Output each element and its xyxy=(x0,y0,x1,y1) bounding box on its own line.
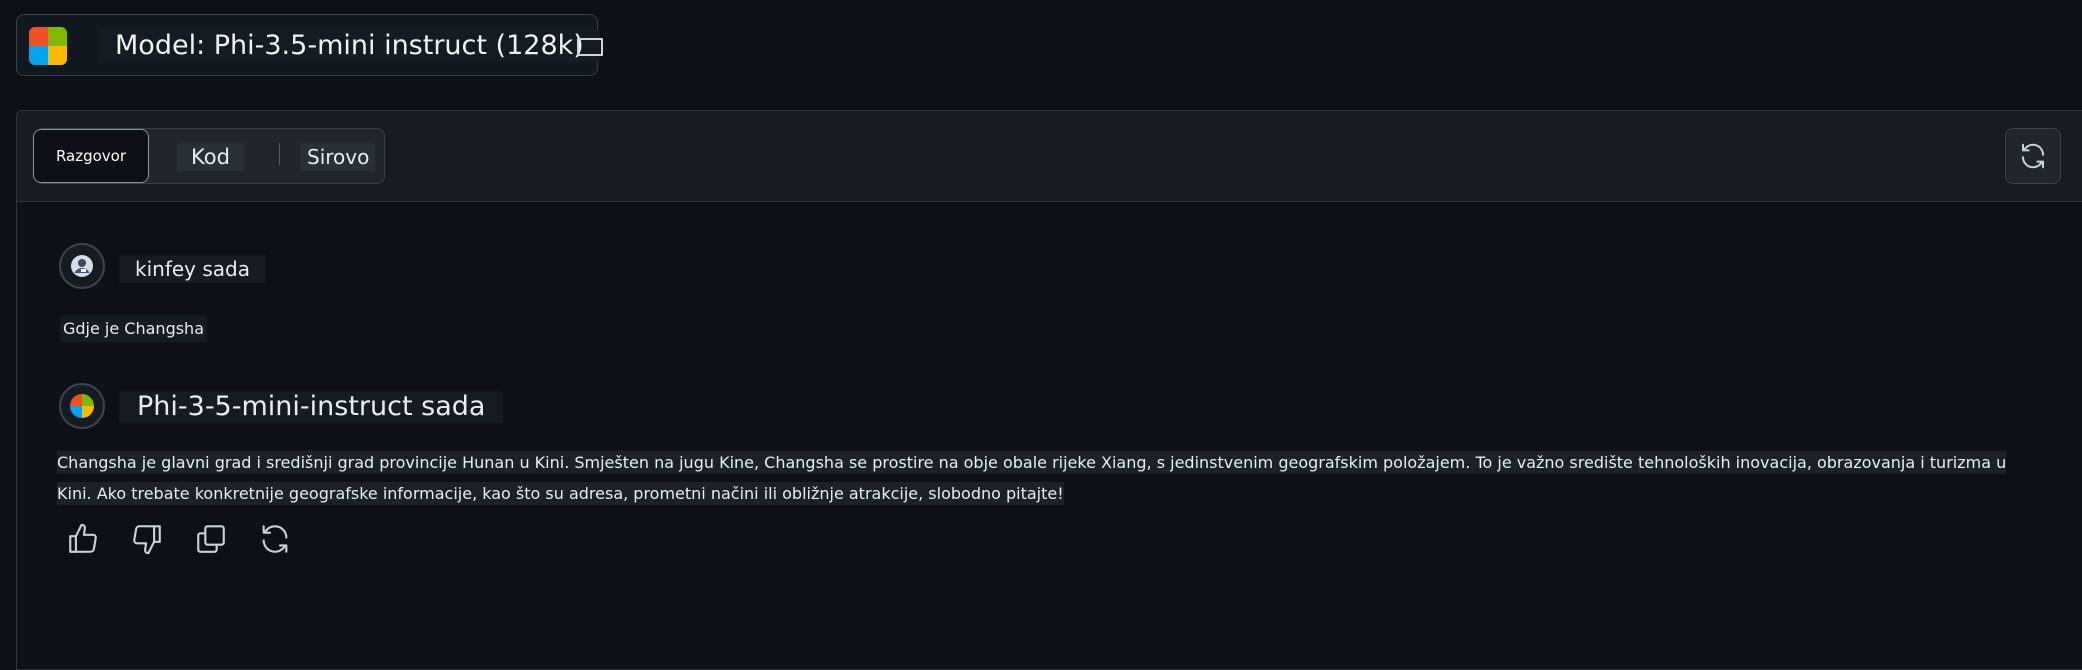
assistant-message-body: Changsha je glavni grad i središnji grad… xyxy=(57,451,2007,505)
tab-kod[interactable]: Kod xyxy=(177,143,244,171)
tab-razgovor[interactable]: Razgovor xyxy=(33,129,149,183)
thumbs-down-button[interactable] xyxy=(127,519,167,559)
microsoft-logo-icon xyxy=(29,27,67,65)
panel-toggle-icon[interactable] xyxy=(577,38,603,56)
model-selector[interactable]: Model: Phi-3.5-mini instruct (128k) xyxy=(16,14,603,76)
thumbs-up-button[interactable] xyxy=(63,519,103,559)
regenerate-button[interactable] xyxy=(255,519,295,559)
user-photo-icon xyxy=(71,255,93,277)
microsoft-logo-icon xyxy=(70,394,94,418)
tab-sirovo[interactable]: Sirovo xyxy=(301,143,376,171)
thumbs-down-icon xyxy=(133,525,161,555)
refresh-icon xyxy=(2022,143,2044,169)
user-message-text: Gdje je Changsha xyxy=(60,315,207,342)
copy-icon xyxy=(197,525,225,553)
refresh-button[interactable] xyxy=(2005,128,2061,184)
thumbs-up-icon xyxy=(69,523,97,553)
chat-panel: Razgovor Kod Sirovo kinfey sada Gdje je … xyxy=(16,110,2082,670)
model-title: Model: Phi-3.5-mini instruct (128k) xyxy=(99,30,600,62)
assistant-message-author: Phi-3-5-mini-instruct sada xyxy=(119,391,504,423)
copy-button[interactable] xyxy=(191,519,231,559)
panel-header: Razgovor Kod Sirovo xyxy=(17,111,2082,202)
user-avatar xyxy=(59,243,105,289)
assistant-message-text: Changsha je glavni grad i središnji grad… xyxy=(57,447,2042,509)
user-message-author: kinfey sada xyxy=(119,255,266,283)
assistant-avatar xyxy=(59,383,105,429)
regenerate-icon xyxy=(262,525,288,553)
tab-divider xyxy=(279,143,280,165)
